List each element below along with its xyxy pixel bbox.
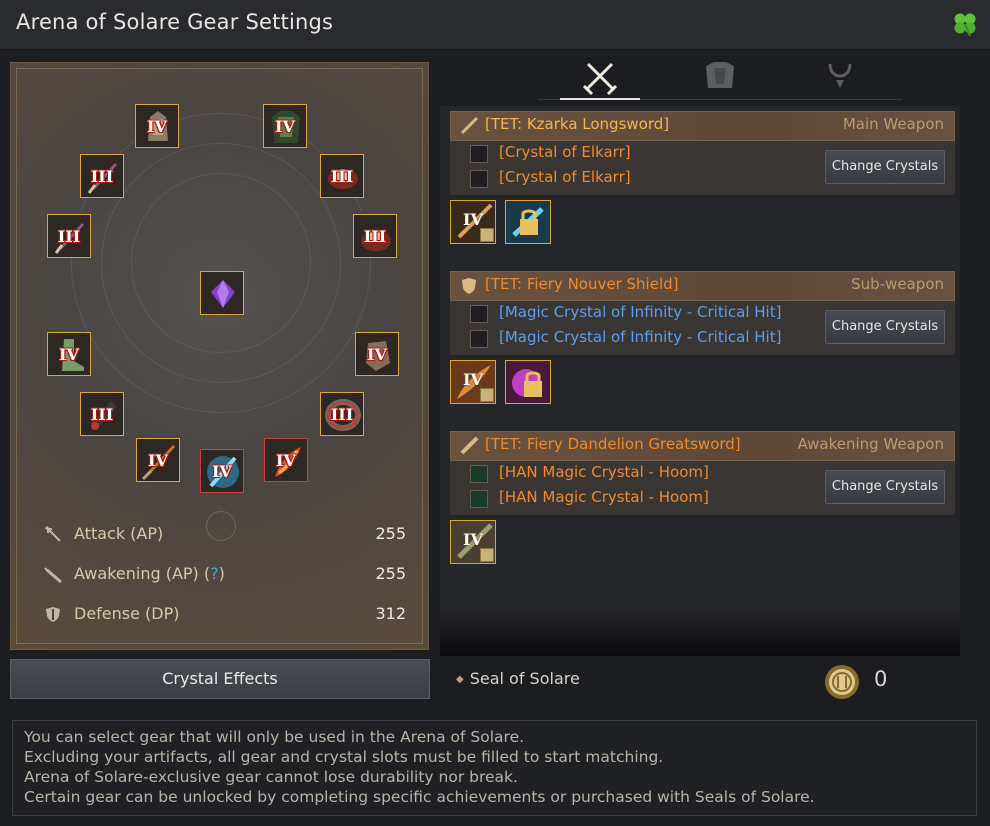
diamond-bullet-icon: ◆	[456, 674, 464, 685]
checkmark-icon	[480, 388, 494, 402]
change-crystals-button[interactable]: Change Crystals	[825, 150, 945, 184]
stat-defense: Defense (DP) 312	[44, 602, 406, 626]
tab-armor[interactable]	[680, 56, 760, 100]
crystal-effects-button[interactable]: Crystal Effects	[10, 659, 430, 699]
title-bar: Arena of Solare Gear Settings	[0, 0, 990, 50]
awakening-weapon-slot[interactable]: IV	[264, 438, 308, 482]
gear-tabs	[538, 56, 902, 100]
center-crystal-slot[interactable]	[200, 271, 244, 315]
locked-item-slot[interactable]	[505, 200, 551, 244]
info-line: Arena of Solare-exclusive gear cannot lo…	[24, 768, 518, 786]
checkmark-icon	[480, 548, 494, 562]
armor-icon	[706, 62, 734, 88]
crystal-icon	[470, 330, 488, 348]
gear-crystals-sub-weapon: [Magic Crystal of Infinity - Critical Hi…	[450, 301, 955, 355]
locked-item-slot[interactable]	[505, 360, 551, 404]
change-crystals-button[interactable]: Change Crystals	[825, 470, 945, 504]
change-crystals-button[interactable]: Change Crystals	[825, 310, 945, 344]
awakening-weapon-item[interactable]: IV	[450, 520, 496, 564]
gear-crystals-main-weapon: [Crystal of Elkarr] [Crystal of Elkarr] …	[450, 141, 955, 195]
info-line: You can select gear that will only be us…	[24, 728, 525, 746]
greatsword-icon	[44, 567, 62, 583]
sub-weapon-item[interactable]: IV	[450, 360, 496, 404]
crystal-icon	[470, 145, 488, 163]
crystal-icon	[470, 305, 488, 323]
gear-crystals-awakening-weapon: [HAN Magic Crystal - Hoom] [HAN Magic Cr…	[450, 461, 955, 515]
lock-icon	[512, 207, 544, 237]
lock-icon	[512, 369, 542, 397]
help-icon[interactable]: ?	[210, 564, 219, 583]
earring-slot[interactable]: III	[353, 214, 397, 258]
greatsword-icon	[460, 436, 479, 455]
shoes-slot[interactable]: IV	[47, 332, 91, 376]
gear-header-awakening-weapon[interactable]: [TET: Fiery Dandelion Greatsword] Awaken…	[450, 431, 955, 461]
main-weapon-slot[interactable]: IV	[136, 438, 180, 482]
armor-slot[interactable]: IV	[263, 104, 307, 148]
gloves-slot[interactable]: IV	[355, 332, 399, 376]
gear-header-main-weapon[interactable]: [TET: Kzarka Longsword] Main Weapon	[450, 111, 955, 141]
gear-header-sub-weapon[interactable]: [TET: Fiery Nouver Shield] Sub-weapon	[450, 271, 955, 301]
purple-gem-icon	[211, 280, 235, 308]
shield-icon	[46, 607, 60, 622]
checkmark-icon	[480, 228, 494, 242]
awakening-label: Awakening (AP)	[74, 564, 199, 583]
seal-count: 0	[874, 667, 888, 691]
longsword-icon	[460, 116, 479, 135]
stat-awakening: Awakening (AP) (?) 255	[44, 562, 406, 586]
ring-slot-1[interactable]: III	[80, 154, 124, 198]
belt-slot-left[interactable]: III	[80, 392, 124, 436]
crystal-icon	[470, 170, 488, 188]
seal-coin-icon	[825, 665, 859, 699]
belt-slot[interactable]: III	[320, 392, 364, 436]
shield-icon	[462, 278, 476, 294]
main-weapon-item[interactable]: IV	[450, 200, 496, 244]
info-box: You can select gear that will only be us…	[12, 720, 977, 816]
seal-of-solare-label: ◆ Seal of Solare	[456, 669, 580, 688]
sword-icon	[44, 525, 61, 542]
info-line: Excluding your artifacts, all gear and c…	[24, 748, 664, 766]
window-title: Arena of Solare Gear Settings	[16, 10, 334, 34]
necklace-icon	[828, 63, 852, 88]
crystal-icon	[470, 490, 488, 508]
sub-weapon-slot[interactable]: IV	[200, 449, 244, 493]
helmet-slot[interactable]: IV	[135, 104, 179, 148]
necklace-slot[interactable]: III	[320, 154, 364, 198]
tab-accessories[interactable]	[800, 56, 880, 100]
clover-icon[interactable]	[952, 11, 978, 37]
stat-attack: Attack (AP) 255	[44, 522, 406, 546]
ring-slot-2[interactable]: III	[47, 214, 91, 258]
crossed-swords-icon	[582, 62, 618, 96]
info-line: Certain gear can be unlocked by completi…	[24, 788, 815, 806]
tab-weapons[interactable]	[560, 56, 640, 100]
crystal-icon	[470, 465, 488, 483]
